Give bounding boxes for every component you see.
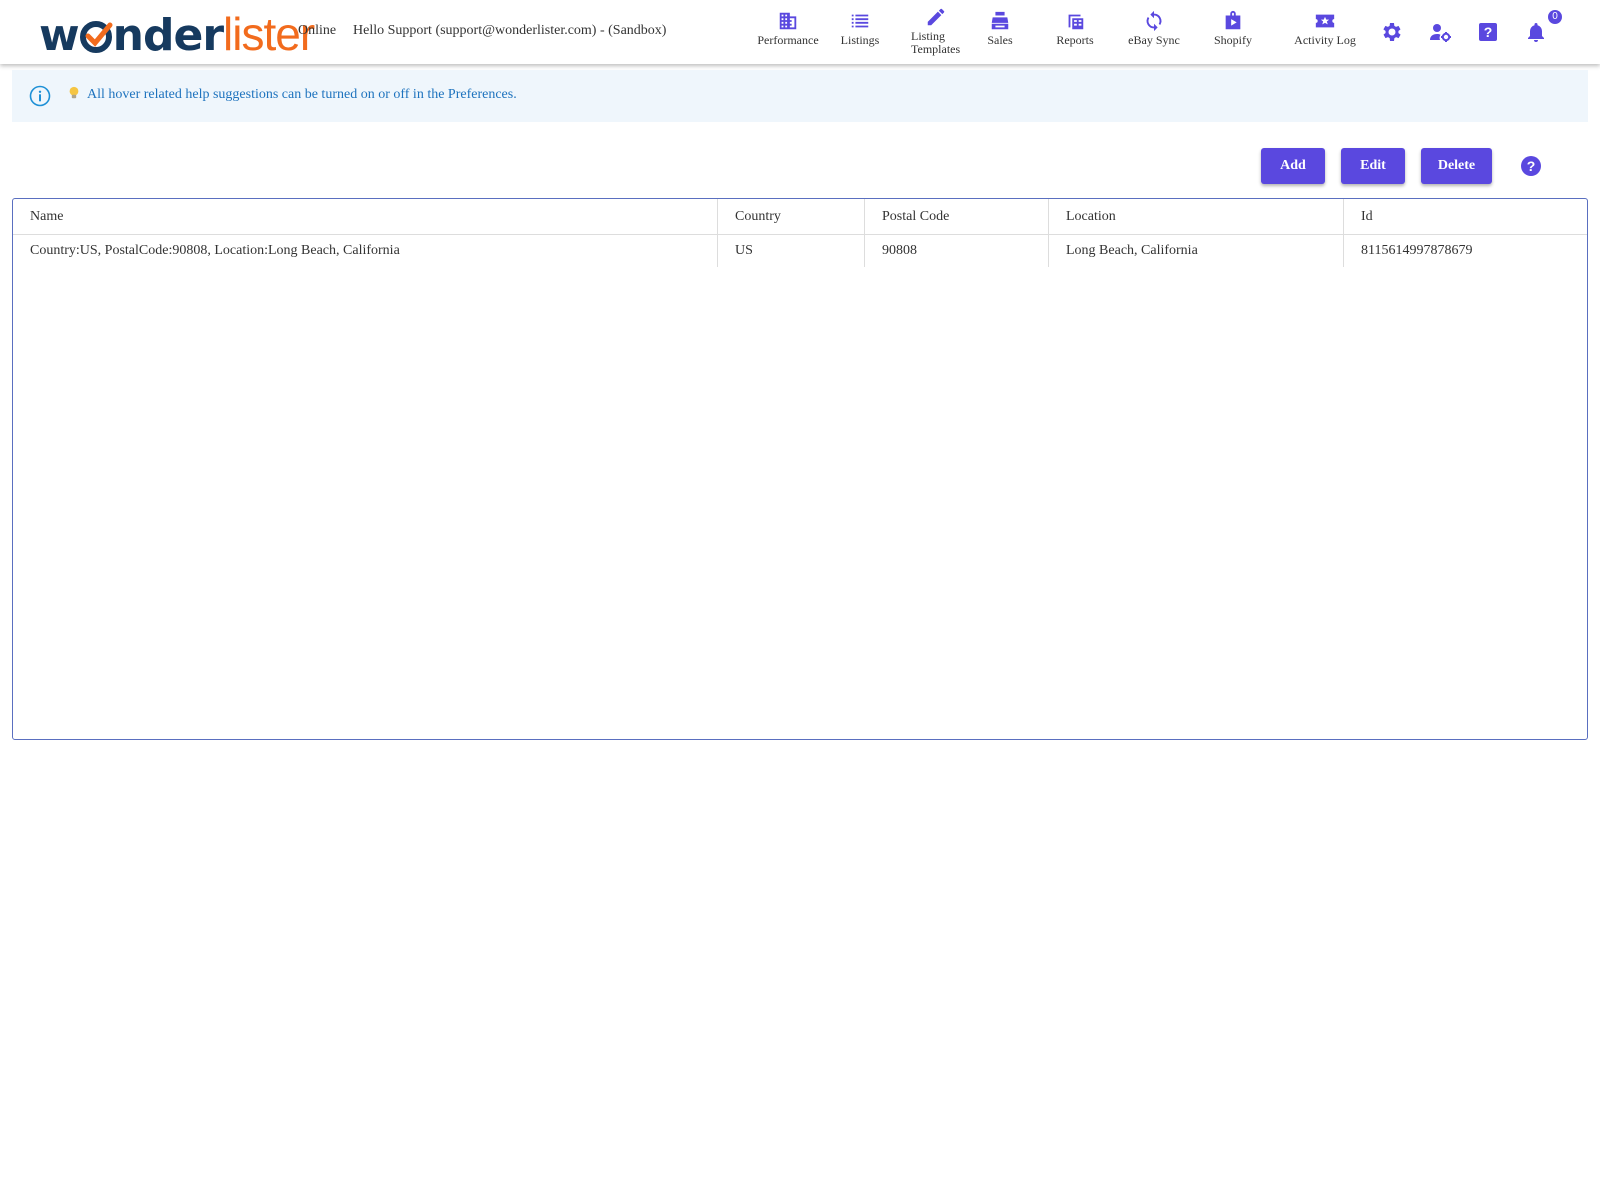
user-greeting: Hello Support (support@wonderlister.com)… xyxy=(353,23,667,38)
nav-shopify-label: Shopify xyxy=(1213,33,1252,47)
edit-button[interactable]: Edit xyxy=(1341,148,1405,184)
nav-reports-label: Reports xyxy=(1056,33,1094,47)
building-icon xyxy=(752,10,824,34)
column-header-id[interactable]: Id xyxy=(1343,199,1587,235)
nav-ebay-sync[interactable]: eBay Sync xyxy=(1126,10,1182,60)
logo-check-o-icon xyxy=(79,14,113,53)
nav-listing-templates[interactable]: Listing Templates xyxy=(906,6,966,56)
cash-register-icon xyxy=(980,10,1020,34)
nav-activity-log-label: Activity Log xyxy=(1294,33,1356,47)
column-header-name[interactable]: Name xyxy=(13,199,717,235)
delete-button[interactable]: Delete xyxy=(1421,148,1492,184)
top-bar: w nder lister Online Hello Support (supp… xyxy=(0,0,1600,64)
svg-text:?: ? xyxy=(1484,24,1493,40)
star-ticket-icon xyxy=(1292,10,1358,34)
add-button[interactable]: Add xyxy=(1261,148,1325,184)
nav-shopify[interactable]: Shopify xyxy=(1210,10,1256,60)
help-circle-icon[interactable]: ? xyxy=(1520,155,1542,177)
cell-name: Country:US, PostalCode:90808, Location:L… xyxy=(30,243,400,258)
table-row[interactable]: Country:US, PostalCode:90808, Location:L… xyxy=(13,235,1587,267)
list-icon xyxy=(836,10,884,34)
sync-icon xyxy=(1126,10,1182,34)
cell-postal-code: 90808 xyxy=(864,235,1048,267)
nav-activity-log[interactable]: Activity Log xyxy=(1292,10,1358,60)
user-settings-icon[interactable] xyxy=(1428,20,1452,44)
nav-listing-templates-label: Listing Templates xyxy=(911,29,961,56)
nav-performance[interactable]: Performance xyxy=(752,10,824,60)
settings-gear-icon[interactable] xyxy=(1380,20,1404,44)
info-icon xyxy=(29,85,51,107)
table-header: Name Country Postal Code Location Id xyxy=(13,199,1587,235)
help-banner-message: All hover related help suggestions can b… xyxy=(87,87,517,102)
nav-listings-label: Listings xyxy=(840,33,880,47)
nav-sales-label: Sales xyxy=(987,33,1013,47)
wonderlister-logo[interactable]: w nder lister xyxy=(39,7,315,61)
nav-sales[interactable]: Sales xyxy=(980,10,1020,60)
nav-listings[interactable]: Listings xyxy=(836,10,884,60)
pencil-icon xyxy=(906,6,966,30)
svg-text:?: ? xyxy=(1527,158,1536,174)
nav-reports[interactable]: Reports xyxy=(1052,10,1098,60)
logo-w: w xyxy=(39,10,80,61)
help-info-banner: All hover related help suggestions can b… xyxy=(12,70,1588,122)
notification-count-badge: 0 xyxy=(1548,10,1562,24)
cell-country: US xyxy=(717,235,864,267)
connection-status: Online xyxy=(298,23,337,38)
column-header-postal-code[interactable]: Postal Code xyxy=(864,199,1048,235)
lightbulb-icon xyxy=(67,85,81,106)
reports-icon xyxy=(1052,10,1098,34)
column-header-country[interactable]: Country xyxy=(717,199,864,235)
help-square-icon[interactable]: ? xyxy=(1476,20,1500,44)
cell-id: 8115614997878679 xyxy=(1343,235,1587,267)
notification-bell-icon[interactable] xyxy=(1524,20,1548,44)
nav-performance-label: Performance xyxy=(757,33,819,47)
cell-location: Long Beach, California xyxy=(1048,235,1343,267)
column-header-location[interactable]: Location xyxy=(1048,199,1343,235)
logo-nder: nder xyxy=(112,10,224,61)
shopify-bag-icon xyxy=(1210,10,1256,34)
locations-table: Name Country Postal Code Location Id Cou… xyxy=(12,198,1588,740)
nav-ebay-sync-label: eBay Sync xyxy=(1128,33,1180,47)
